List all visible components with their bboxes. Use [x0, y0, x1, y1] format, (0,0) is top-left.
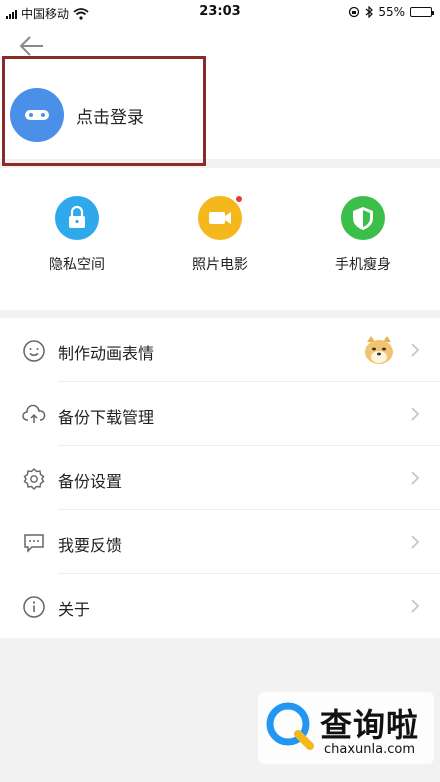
menu-item-label: 制作动画表情: [58, 344, 155, 363]
watermark-title: 查询啦: [320, 706, 420, 744]
doge-emoji-icon: [365, 336, 393, 364]
robot-face-icon: [25, 110, 49, 120]
avatar[interactable]: [10, 88, 64, 142]
feature-phone-cleanup[interactable]: 手机瘦身: [318, 196, 408, 274]
watermark: 查询啦 chaxunla.com: [258, 692, 434, 764]
menu-item-make-animated-emoji[interactable]: 制作动画表情: [0, 318, 440, 382]
smiley-icon: [23, 340, 45, 362]
menu-item-label: 关于: [58, 600, 91, 619]
cloud-upload-icon: [22, 404, 46, 423]
lock-icon: [55, 196, 99, 240]
feature-label: 隐私空间: [49, 257, 105, 273]
feature-photo-movie[interactable]: 照片电影: [175, 196, 265, 274]
chevron-right-icon: [411, 471, 420, 485]
menu-item-backup-settings[interactable]: 备份设置: [0, 446, 440, 510]
watermark-url: chaxunla.com: [324, 742, 415, 757]
menu-item-backup-download-manager[interactable]: 备份下载管理: [0, 382, 440, 446]
arrow-left-icon[interactable]: [18, 34, 46, 58]
notification-dot: [236, 196, 242, 202]
chevron-right-icon: [411, 535, 420, 549]
shield-icon: [341, 196, 385, 240]
chevron-right-icon: [411, 343, 420, 357]
battery-icon: [410, 7, 434, 17]
watermark-logo-icon: [266, 702, 314, 750]
chevron-right-icon: [411, 407, 420, 421]
battery-percent: 55%: [378, 5, 405, 19]
orientation-lock-icon: [349, 6, 360, 18]
menu-item-label: 备份设置: [58, 472, 123, 491]
status-bar: 中国移动 23:03 55%: [0, 0, 440, 24]
settings-menu: 制作动画表情 备份下载管理 备份设置 我要反馈 关于: [0, 318, 440, 638]
login-link[interactable]: 点击登录: [76, 103, 144, 128]
menu-item-about[interactable]: 关于: [0, 574, 440, 638]
menu-item-feedback[interactable]: 我要反馈: [0, 510, 440, 574]
chevron-right-icon: [411, 599, 420, 613]
bluetooth-icon: [365, 6, 374, 18]
message-icon: [24, 534, 44, 553]
menu-item-label: 我要反馈: [58, 536, 123, 555]
info-icon: [23, 596, 45, 618]
feature-label: 手机瘦身: [335, 257, 391, 273]
video-camera-icon: [198, 196, 242, 240]
gear-icon: [23, 468, 45, 490]
menu-item-label: 备份下载管理: [58, 408, 155, 427]
feature-privacy-space[interactable]: 隐私空间: [32, 196, 122, 274]
status-right: 55%: [348, 5, 434, 19]
feature-grid: 隐私空间 照片电影 手机瘦身: [0, 168, 440, 310]
feature-label: 照片电影: [192, 257, 248, 273]
